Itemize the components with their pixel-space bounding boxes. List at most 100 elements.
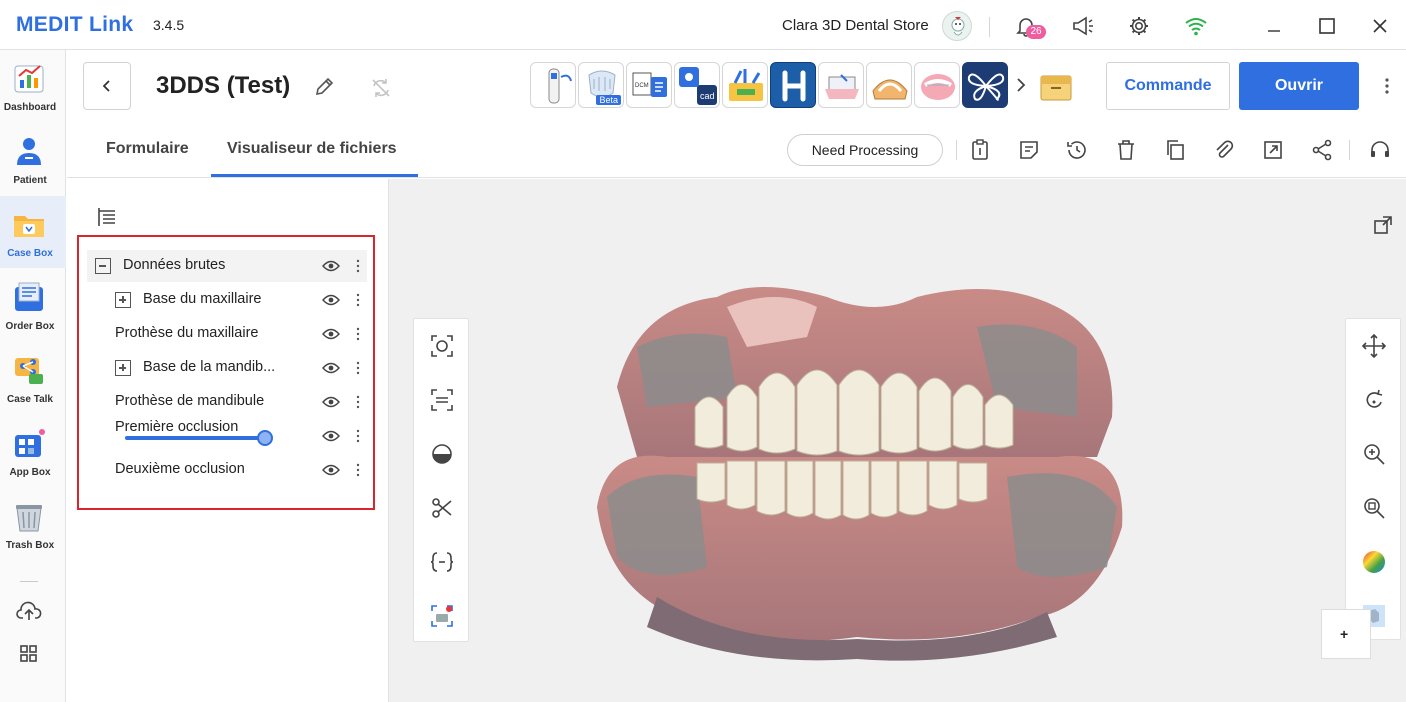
tree-row-label: Base de la mandib... xyxy=(143,359,276,375)
screenshot-icon[interactable] xyxy=(429,603,455,629)
file-viewer: Données brutes Base du maxillaire Prothè… xyxy=(67,179,1406,702)
color-map-icon[interactable] xyxy=(1361,549,1387,575)
back-button[interactable] xyxy=(83,62,131,110)
store-name[interactable]: Clara 3D Dental Store xyxy=(782,17,929,34)
tree-row-base-maxillaire[interactable]: Base du maxillaire xyxy=(87,284,367,316)
left-sidebar: Dashboard Patient Case Box Order Box Cas… xyxy=(0,50,66,702)
tree-row-donnees-brutes[interactable]: Données brutes xyxy=(87,250,367,282)
eye-icon[interactable] xyxy=(322,327,340,341)
case-title: 3DDS (Test) xyxy=(156,72,291,99)
bracket-measure-icon[interactable] xyxy=(429,549,455,575)
chevron-right-icon[interactable] xyxy=(1014,77,1028,93)
app-model-icon[interactable] xyxy=(818,62,864,108)
sidebar-item-patient[interactable]: Patient xyxy=(0,123,66,195)
zoom-fit-icon[interactable] xyxy=(1361,495,1387,521)
opacity-slider-track[interactable] xyxy=(125,436,265,440)
eye-icon[interactable] xyxy=(322,395,340,409)
tab-visualiseur[interactable]: Visualiseur de fichiers xyxy=(227,140,397,158)
cloud-upload-icon[interactable] xyxy=(16,599,42,623)
minimize-icon[interactable] xyxy=(1260,12,1288,40)
share-icon[interactable] xyxy=(1310,138,1334,162)
close-icon[interactable] xyxy=(1366,12,1394,40)
rotate-icon[interactable] xyxy=(1361,387,1387,413)
tree-row-label: Données brutes xyxy=(123,257,226,273)
clipboard-info-icon[interactable] xyxy=(968,138,992,162)
bell-icon[interactable]: 26 xyxy=(1012,12,1046,40)
opacity-slider-handle[interactable] xyxy=(257,430,273,446)
wifi-icon[interactable] xyxy=(1182,12,1210,40)
tree-list-icon[interactable] xyxy=(95,205,119,229)
tree-row-prothese-maxillaire[interactable]: Prothèse du maxillaire xyxy=(87,318,367,350)
app-scanner-icon[interactable] xyxy=(530,62,576,108)
app-brand: MEDIT Link xyxy=(16,13,134,36)
app-cad-icon[interactable]: cad xyxy=(674,62,720,108)
app-dicom-icon[interactable]: DCM xyxy=(626,62,672,108)
more-options-icon[interactable] xyxy=(355,293,361,307)
gear-icon[interactable] xyxy=(1125,12,1153,40)
storage-box-icon[interactable] xyxy=(1037,68,1075,104)
app-butterfly-icon[interactable] xyxy=(962,62,1008,108)
section-view-icon[interactable] xyxy=(429,441,455,467)
eye-icon[interactable] xyxy=(322,463,340,477)
case-box-icon xyxy=(14,216,44,237)
eye-icon[interactable] xyxy=(322,361,340,375)
more-options-icon[interactable] xyxy=(355,259,361,273)
ouvrir-button[interactable]: Ouvrir xyxy=(1239,62,1359,110)
status-button[interactable]: Need Processing xyxy=(787,134,943,166)
fullscreen-icon[interactable] xyxy=(1373,215,1393,235)
more-options-icon[interactable] xyxy=(355,327,361,341)
more-options-icon[interactable] xyxy=(355,361,361,375)
maximize-icon[interactable] xyxy=(1313,12,1341,40)
sidebar-divider xyxy=(20,581,38,582)
beta-badge: Beta xyxy=(596,95,621,105)
dental-3d-model[interactable] xyxy=(577,267,1137,662)
app-h-icon[interactable] xyxy=(770,62,816,108)
app-tools-icon[interactable] xyxy=(722,62,768,108)
eye-icon[interactable] xyxy=(322,293,340,307)
store-avatar[interactable] xyxy=(942,11,972,41)
app-denture-icon[interactable] xyxy=(866,62,912,108)
sidebar-item-trash-box[interactable]: Trash Box xyxy=(0,488,66,560)
fit-view-icon[interactable] xyxy=(429,333,455,359)
sidebar-item-case-box[interactable]: Case Box xyxy=(0,196,66,268)
eye-icon[interactable] xyxy=(322,429,340,443)
attach-icon[interactable] xyxy=(1212,138,1236,162)
tree-row-base-mandibule[interactable]: Base de la mandib... xyxy=(87,352,367,384)
expand-toggle[interactable] xyxy=(115,360,131,376)
tab-formulaire[interactable]: Formulaire xyxy=(106,140,189,158)
history-icon[interactable] xyxy=(1065,138,1089,162)
export-icon[interactable] xyxy=(1261,138,1285,162)
megaphone-icon[interactable] xyxy=(1069,12,1097,40)
more-options-icon[interactable] xyxy=(355,429,361,443)
zoom-in-icon[interactable] xyxy=(1361,441,1387,467)
note-icon[interactable] xyxy=(1017,138,1041,162)
patient-icon xyxy=(17,138,41,165)
support-headset-icon[interactable] xyxy=(1368,138,1392,162)
eye-icon[interactable] xyxy=(322,259,340,273)
sidebar-item-order-box[interactable]: Order Box xyxy=(0,269,66,341)
app-smile-design-icon[interactable]: Beta xyxy=(578,62,624,108)
app-ortho-icon[interactable] xyxy=(914,62,960,108)
collapse-toggle[interactable] xyxy=(95,258,111,274)
grid-menu-icon[interactable] xyxy=(19,644,39,664)
expand-toggle[interactable] xyxy=(115,292,131,308)
sync-disabled-icon xyxy=(372,79,390,97)
sidebar-item-case-talk[interactable]: Case Talk xyxy=(0,342,66,414)
sidebar-item-dashboard[interactable]: Dashboard xyxy=(0,50,66,122)
sidebar-item-app-box[interactable]: App Box xyxy=(0,415,66,487)
delete-icon[interactable] xyxy=(1114,138,1138,162)
commande-button[interactable]: Commande xyxy=(1106,62,1230,110)
file-tree-panel: Données brutes Base du maxillaire Prothè… xyxy=(67,179,389,702)
tree-row-deuxieme-occlusion[interactable]: Deuxième occlusion xyxy=(87,454,367,486)
tree-row-prothese-mandibule[interactable]: Prothèse de mandibule xyxy=(87,386,367,418)
more-options-icon[interactable] xyxy=(355,395,361,409)
pencil-icon[interactable] xyxy=(313,76,335,98)
more-options-icon[interactable] xyxy=(1379,76,1395,96)
orientation-widget[interactable]: + xyxy=(1321,609,1371,659)
svg-text:cad: cad xyxy=(700,91,715,101)
copy-icon[interactable] xyxy=(1163,138,1187,162)
occlusion-view-icon[interactable] xyxy=(429,387,455,413)
pan-icon[interactable] xyxy=(1361,333,1387,359)
scissors-icon[interactable] xyxy=(429,495,455,521)
more-options-icon[interactable] xyxy=(355,463,361,477)
